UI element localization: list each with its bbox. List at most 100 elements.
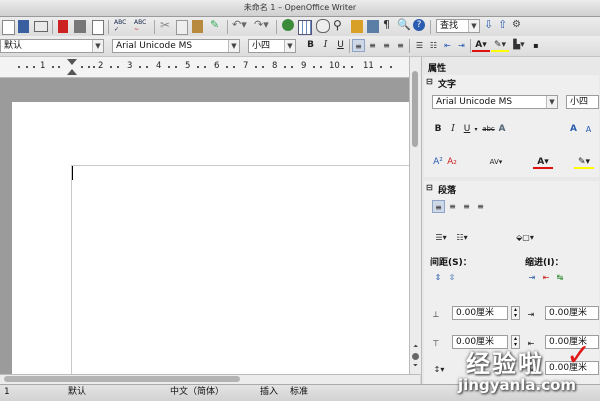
sidebar-font-select[interactable]: Arial Unicode MS ▼ (432, 95, 558, 109)
selection-mode[interactable]: 标准 (290, 385, 308, 400)
sidebar-italic-button[interactable]: I (447, 123, 459, 136)
before-indent-icon: ⇥ (527, 310, 535, 319)
indent-marker-icon[interactable] (67, 59, 77, 65)
font-size-select[interactable]: 小四 ▼ (248, 39, 296, 53)
bullets-icon[interactable]: ☰▾ (432, 231, 450, 244)
horizontal-ruler[interactable]: 1 2 3 4 5 6 7 8 9 10 11 (0, 57, 410, 78)
decrease-indent-icon[interactable]: ⇤ (540, 271, 552, 284)
highlighting-icon[interactable]: ✎▾ (574, 156, 594, 169)
sidebar-title: 属性 (428, 64, 447, 74)
sidebar-size-select[interactable]: 小四 (566, 95, 599, 109)
align-right-icon[interactable]: ≡ (460, 200, 473, 213)
scrollbar-thumb[interactable] (4, 376, 240, 382)
subscript-icon[interactable]: A₂ (446, 156, 458, 169)
horizontal-scrollbar[interactable] (0, 374, 420, 384)
indent-marker-icon[interactable] (67, 69, 77, 75)
find-previous-icon[interactable]: ⇧ (498, 18, 508, 31)
export-pdf-icon[interactable] (58, 20, 68, 33)
print-icon[interactable] (74, 20, 86, 33)
formatting-marks-icon[interactable]: ¶ (383, 18, 393, 31)
spellcheck-icon[interactable]: ABC ✓ (114, 19, 130, 33)
align-left-icon[interactable]: ≡ (432, 200, 445, 213)
underline-button[interactable]: U (334, 39, 347, 52)
window-title-bar: 未命名 1 – OpenOffice Writer (0, 0, 600, 17)
chevron-down-icon[interactable]: ▾ (473, 123, 479, 136)
document-page[interactable] (12, 102, 410, 374)
align-left-icon[interactable]: ≡ (352, 39, 365, 52)
shrink-font-icon[interactable]: A (582, 123, 595, 136)
superscript-icon[interactable]: A² (432, 156, 444, 169)
font-name-select[interactable]: Arial Unicode MS ▼ (112, 39, 240, 53)
before-indent-field[interactable]: 0.00厘米 (545, 306, 599, 320)
bullets-icon[interactable]: ☷ (427, 39, 440, 52)
grow-font-icon[interactable]: A (567, 123, 580, 136)
cut-icon[interactable]: ✂ (160, 18, 172, 32)
collapse-icon[interactable]: ⊟ (426, 183, 433, 192)
table-icon[interactable] (298, 20, 312, 35)
font-color-icon[interactable]: A▾ (533, 156, 553, 169)
paragraph-background-icon[interactable]: ⬙▢▾ (513, 231, 537, 244)
numbering-icon[interactable]: ☷▾ (453, 231, 471, 244)
strikethrough-icon[interactable]: abc (482, 123, 495, 136)
autospellcheck-icon[interactable]: ABC ~ (134, 19, 150, 33)
chevron-down-icon[interactable]: ▼ (92, 40, 103, 52)
toolbar-overflow-icon[interactable]: ▪ (532, 39, 540, 52)
gallery-icon[interactable] (351, 20, 363, 33)
page-preview-icon[interactable] (92, 20, 104, 35)
chevron-down-icon[interactable]: ▼ (284, 40, 295, 52)
zoom-icon[interactable]: 🔍 (397, 18, 411, 31)
save-icon[interactable] (18, 20, 29, 33)
find-next-icon[interactable]: ⇩ (484, 18, 494, 31)
page-style[interactable]: 默认 (68, 385, 86, 400)
decrease-spacing-icon[interactable]: ⇳ (446, 271, 458, 284)
highlighting-icon[interactable]: ✎▾ (491, 39, 509, 52)
bold-button[interactable]: B (304, 39, 317, 52)
navigator-icon[interactable] (316, 19, 330, 33)
datasources-icon[interactable] (367, 20, 379, 33)
justify-icon[interactable]: ≡ (474, 200, 487, 213)
insert-mode[interactable]: 插入 (260, 385, 278, 400)
chevron-down-icon[interactable]: ▼ (228, 40, 239, 52)
undo-icon[interactable]: ↶▾ (232, 18, 250, 31)
increase-spacing-icon[interactable]: ⇕ (432, 271, 444, 284)
paragraph-style-select[interactable]: 默认 ▼ (0, 39, 104, 53)
next-page-icon[interactable]: ⏷ (411, 362, 420, 370)
find-options-icon[interactable]: ⚙ (512, 19, 524, 32)
align-center-icon[interactable]: ≡ (366, 39, 379, 52)
character-spacing-icon[interactable]: AV▾ (486, 156, 506, 169)
chevron-down-icon[interactable]: ▼ (546, 96, 557, 108)
collapse-icon[interactable]: ⊟ (426, 77, 433, 86)
find-input[interactable]: 查找 ▼ (436, 19, 480, 33)
sidebar-bold-button[interactable]: B (432, 123, 444, 136)
shadow-icon[interactable]: A (496, 123, 508, 136)
font-color-icon[interactable]: A▾ (472, 39, 490, 52)
find-replace-icon[interactable]: ⚲ (333, 18, 347, 32)
navigation-icon[interactable] (412, 353, 419, 360)
align-right-icon[interactable]: ≡ (380, 39, 393, 52)
language[interactable]: 中文（简体） (170, 385, 224, 400)
hyperlink-icon[interactable] (282, 19, 294, 31)
email-icon[interactable] (34, 21, 48, 32)
paste-icon[interactable] (192, 20, 203, 33)
increase-indent-icon[interactable]: ⇥ (455, 39, 468, 52)
previous-page-icon[interactable]: ⏶ (411, 343, 420, 351)
above-spacing-field[interactable]: 0.00厘米 (452, 306, 508, 320)
redo-icon[interactable]: ↷▾ (254, 18, 272, 31)
align-center-icon[interactable]: ≡ (446, 200, 459, 213)
increase-indent-icon[interactable]: ⇥ (526, 271, 538, 284)
copy-icon[interactable] (176, 20, 188, 35)
background-color-icon[interactable]: ▙▾ (510, 39, 528, 52)
hanging-indent-icon[interactable]: ↹ (554, 271, 566, 284)
scrollbar-thumb[interactable] (412, 71, 418, 147)
clone-formatting-icon[interactable]: ✎ (210, 18, 222, 31)
numbering-icon[interactable]: ☰ (413, 39, 426, 52)
decrease-indent-icon[interactable]: ⇤ (441, 39, 454, 52)
above-spacing-stepper[interactable]: ▴ ▾ (511, 306, 520, 320)
sidebar-underline-button[interactable]: U (461, 123, 473, 136)
vertical-scrollbar[interactable]: ⏶ ⏷ (409, 57, 421, 374)
justify-icon[interactable]: ≡ (394, 39, 407, 52)
chevron-down-icon[interactable]: ▼ (468, 20, 479, 32)
new-document-icon[interactable] (2, 20, 15, 35)
italic-button[interactable]: I (319, 39, 332, 52)
help-icon[interactable]: ? (413, 19, 425, 31)
